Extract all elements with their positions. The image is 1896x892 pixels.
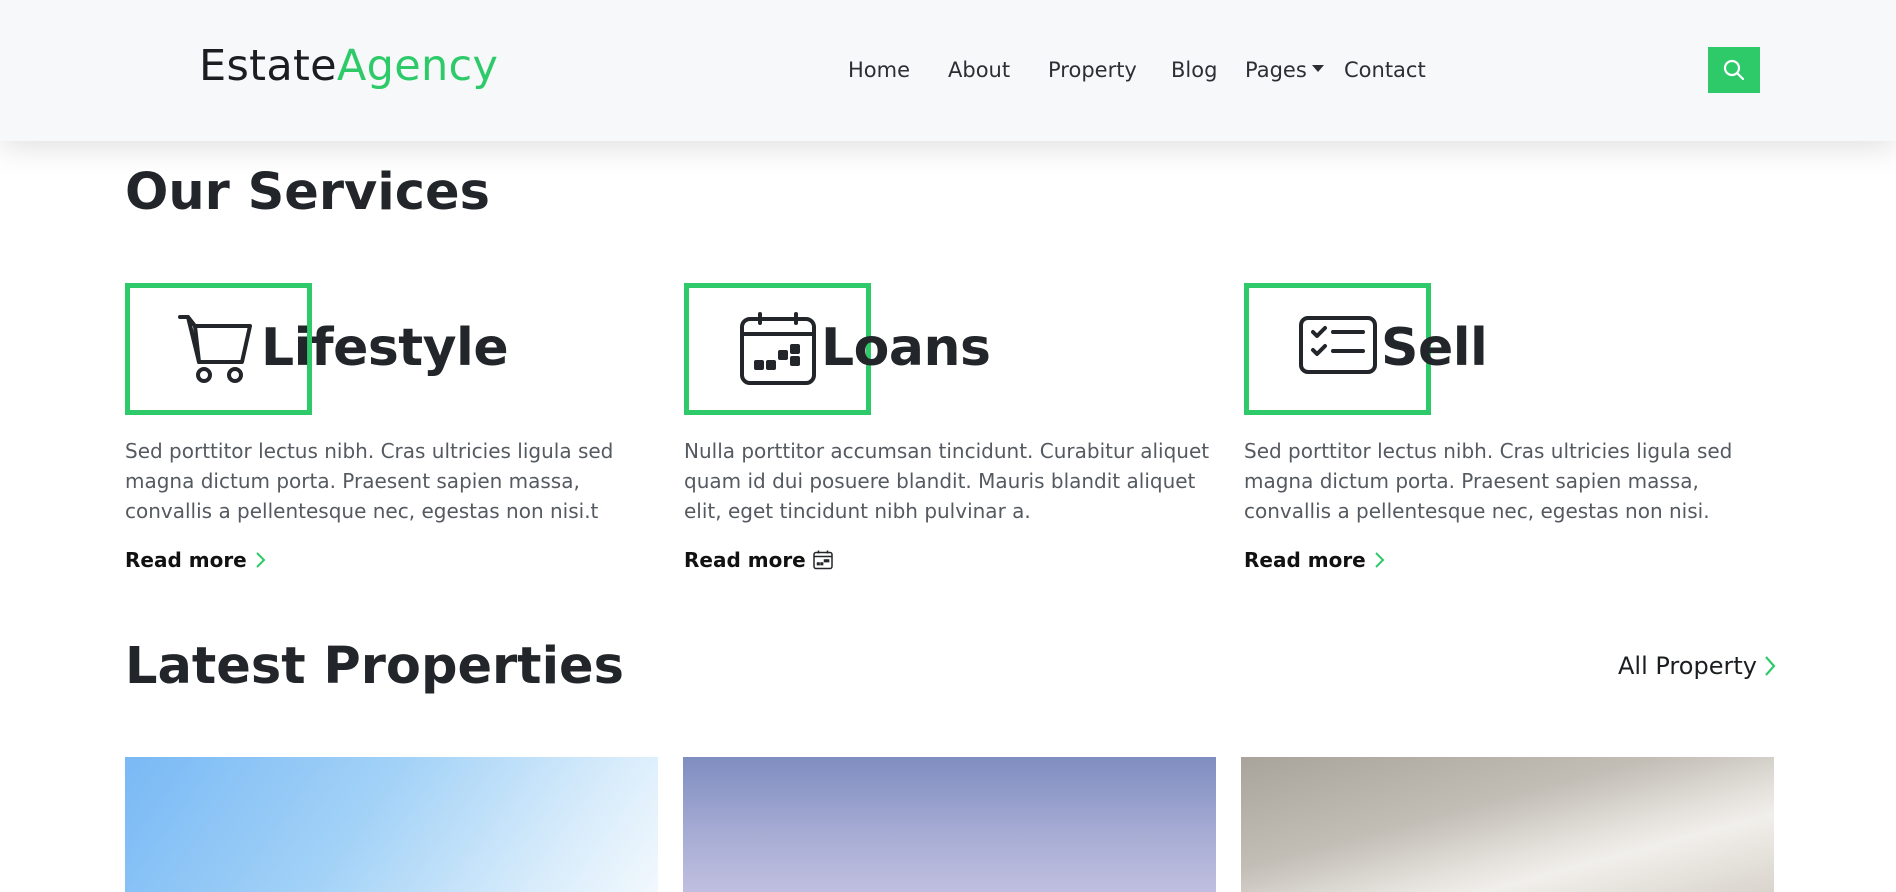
- service-text-loans: Nulla porttitor accumsan tincidunt. Cura…: [684, 439, 1210, 523]
- read-more-label: Read more: [684, 548, 806, 572]
- all-property-label: All Property: [1618, 652, 1757, 680]
- chevron-right-icon: [1765, 656, 1776, 676]
- navbar: EstateAgency Home About Property Blog Pa…: [0, 0, 1896, 141]
- nav-item-blog[interactable]: Blog: [1171, 56, 1217, 84]
- service-title-sell: Sell: [1381, 318, 1488, 378]
- checklist-card-icon: [1299, 316, 1377, 374]
- property-image[interactable]: [125, 757, 658, 892]
- nav-item-contact[interactable]: Contact: [1344, 56, 1426, 84]
- read-more-label: Read more: [1244, 548, 1366, 572]
- read-more-link-loans[interactable]: Read more: [684, 547, 833, 573]
- calendar-icon: [740, 312, 816, 385]
- search-icon: [1723, 59, 1745, 81]
- nav-item-property[interactable]: Property: [1048, 56, 1137, 84]
- service-text-sell: Sed porttitor lectus nibh. Cras ultricie…: [1244, 439, 1733, 523]
- nav-item-pages[interactable]: Pages: [1245, 56, 1324, 84]
- caret-down-icon: [1311, 64, 1324, 72]
- calendar-icon: [813, 550, 833, 570]
- nav-item-about[interactable]: About: [948, 56, 1010, 84]
- service-title-lifestyle: Lifestyle: [261, 318, 509, 378]
- services-title: Our Services: [125, 163, 490, 222]
- brand-name-part1: Estate: [199, 41, 337, 91]
- chevron-right-icon: [1375, 552, 1385, 568]
- all-property-link[interactable]: All Property: [1618, 651, 1776, 681]
- search-button[interactable]: [1708, 47, 1760, 93]
- nav-item-home[interactable]: Home: [848, 56, 910, 84]
- latest-properties-title: Latest Properties: [125, 637, 624, 696]
- cart-icon: [178, 315, 252, 383]
- brand-name-part2: Agency: [336, 41, 499, 91]
- chevron-right-icon: [256, 552, 266, 568]
- service-text-lifestyle: Sed porttitor lectus nibh. Cras ultricie…: [125, 439, 614, 523]
- read-more-label: Read more: [125, 548, 247, 572]
- read-more-link-lifestyle[interactable]: Read more: [125, 547, 266, 573]
- read-more-link-sell[interactable]: Read more: [1244, 547, 1385, 573]
- property-image[interactable]: [1241, 757, 1774, 892]
- service-title-loans: Loans: [821, 318, 991, 378]
- property-image[interactable]: [683, 757, 1216, 892]
- nav-item-pages-label: Pages: [1245, 58, 1307, 82]
- brand-logo[interactable]: EstateAgency: [199, 38, 498, 94]
